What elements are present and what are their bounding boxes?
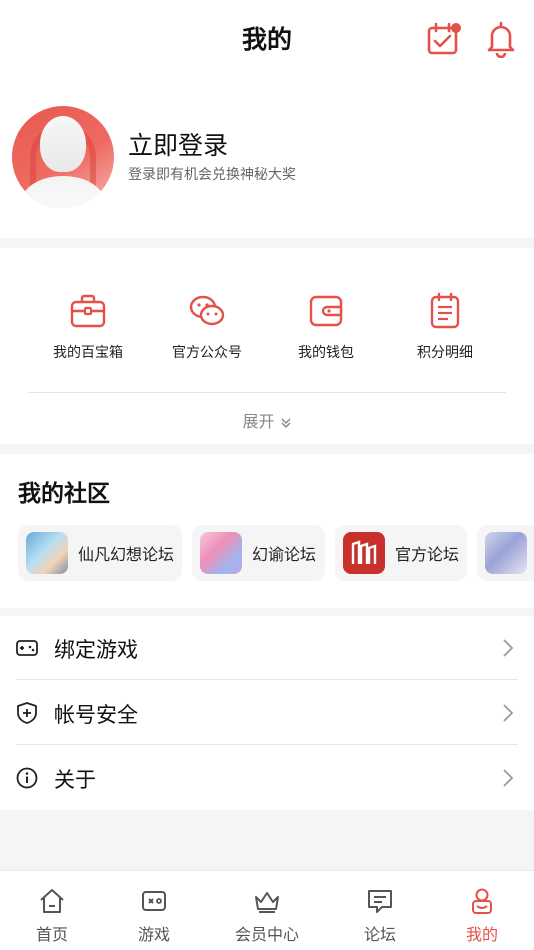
tool-toolbox[interactable]: 我的百宝箱: [28, 292, 148, 362]
tool-label: 我的百宝箱: [53, 345, 123, 361]
menu-about[interactable]: 关于: [16, 746, 518, 810]
info-icon: [16, 767, 38, 789]
menu-label: 关于: [54, 768, 96, 792]
community-title: 我的社区: [18, 481, 110, 507]
tab-label: 会员中心: [234, 925, 299, 944]
bell-icon[interactable]: [484, 20, 518, 58]
menu-label: 帐号安全: [54, 703, 138, 727]
forum-thumbnail: [26, 532, 68, 574]
forum-name: 幻谕论坛: [252, 545, 317, 564]
forum-name: 官方论坛: [395, 545, 460, 564]
community-section: 我的社区 仙凡幻想论坛 幻谕论坛 官方论坛: [0, 454, 534, 608]
tab-label: 论坛: [363, 925, 396, 944]
divider: [28, 392, 506, 393]
gamepad-icon: [16, 640, 38, 656]
tab-label: 我的: [465, 925, 498, 944]
forum-thumbnail: [485, 532, 527, 574]
forum-card[interactable]: 官方论坛: [335, 525, 467, 581]
forum-icon: [368, 890, 392, 913]
shield-icon: [17, 702, 37, 724]
tab-label: 游戏: [137, 925, 170, 944]
login-link[interactable]: 立即登录: [128, 126, 228, 162]
me-icon: [472, 888, 492, 914]
expand-label: 展开: [242, 412, 275, 431]
home-icon: [40, 889, 64, 913]
tab-home[interactable]: 首页: [7, 887, 97, 945]
tab-game[interactable]: 游戏: [109, 887, 199, 945]
login-subtitle: 登录即有机会兑换神秘大奖: [128, 167, 296, 183]
avatar-head: [40, 116, 86, 172]
top-header: 我的: [0, 0, 534, 80]
tab-me[interactable]: 我的: [437, 887, 527, 945]
wechat-icon: [189, 295, 225, 326]
forum-card[interactable]: 仙凡幻想论坛: [18, 525, 182, 581]
points-list-icon: [430, 292, 460, 329]
tab-forum[interactable]: 论坛: [335, 887, 425, 945]
tool-points[interactable]: 积分明细: [385, 292, 505, 362]
crown-icon: [255, 892, 279, 913]
chevron-right-icon: [503, 704, 514, 722]
tool-label: 官方公众号: [172, 345, 242, 361]
double-chevron-down-icon: [281, 417, 291, 428]
chevron-right-icon: [503, 639, 514, 657]
tool-label: 我的钱包: [298, 345, 354, 361]
settings-menu: 绑定游戏 帐号安全 关于: [0, 616, 534, 810]
avatar[interactable]: [12, 106, 114, 208]
forum-card[interactable]: 幻谕论坛: [192, 525, 325, 581]
wallet-icon: [309, 295, 343, 327]
calendar-checkin-icon[interactable]: [426, 22, 462, 56]
profile-card[interactable]: 立即登录 登录即有机会兑换神秘大奖: [0, 80, 534, 238]
forum-thumbnail: [343, 532, 385, 574]
chevron-right-icon: [503, 769, 514, 787]
toolbox-icon: [70, 294, 106, 328]
menu-account-security[interactable]: 帐号安全: [16, 681, 518, 745]
menu-bind-game[interactable]: 绑定游戏: [16, 616, 518, 680]
tools-grid: 我的百宝箱 官方公众号 我的钱包 积分明细 展开: [0, 248, 534, 444]
official-logo-icon: [351, 540, 377, 564]
tool-label: 积分明细: [417, 345, 473, 361]
forum-thumbnail: [200, 532, 242, 574]
tool-wallet[interactable]: 我的钱包: [266, 292, 386, 362]
forum-card[interactable]: [477, 525, 534, 581]
expand-button[interactable]: 展开: [0, 408, 534, 432]
forum-name: 仙凡幻想论坛: [78, 545, 175, 564]
tab-label: 首页: [35, 925, 68, 944]
bottom-tab-bar: 首页 游戏 会员中心 论坛 我的: [0, 870, 534, 950]
game-icon: [142, 891, 166, 911]
tab-member-center[interactable]: 会员中心: [222, 887, 312, 945]
menu-label: 绑定游戏: [54, 638, 138, 662]
tool-wechat[interactable]: 官方公众号: [147, 292, 267, 362]
